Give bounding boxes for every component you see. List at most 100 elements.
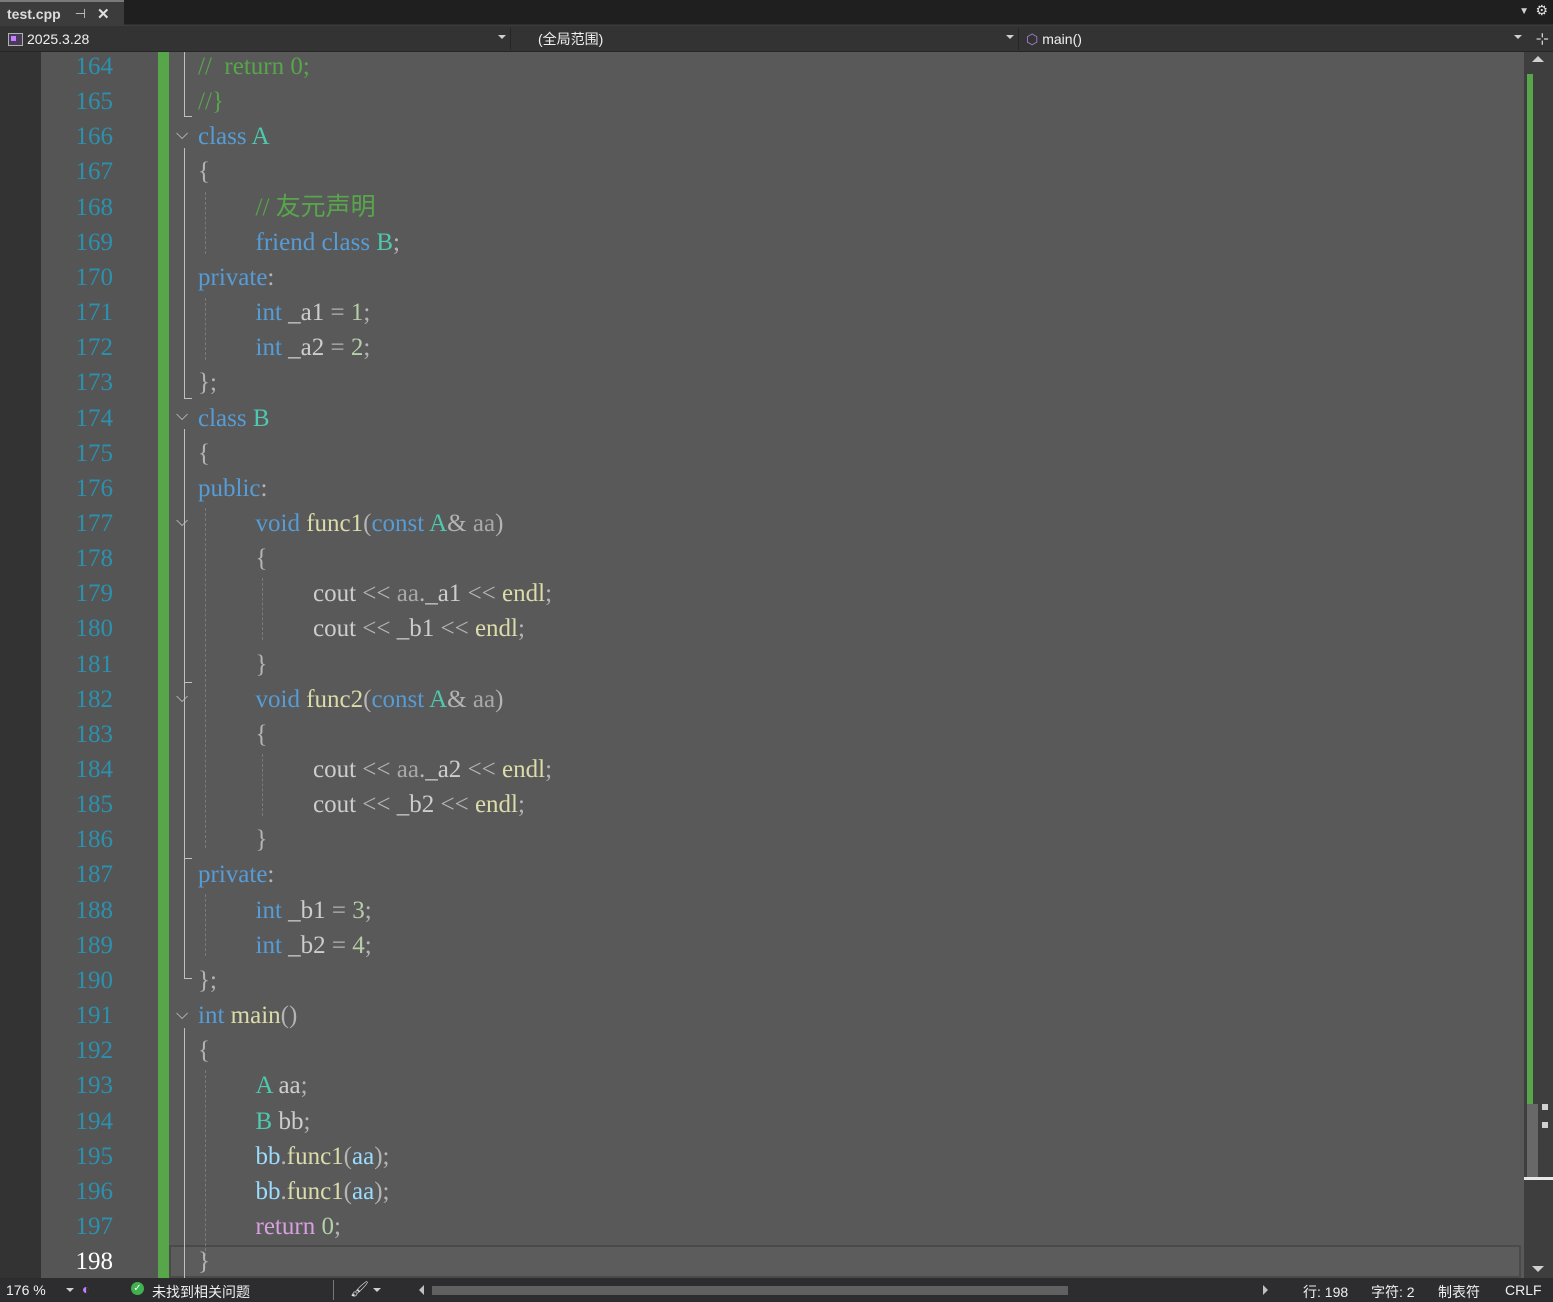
pin-icon[interactable]: ⊣: [75, 6, 86, 22]
horizontal-scrollbar-thumb[interactable]: [432, 1286, 1068, 1295]
code-token: ;: [363, 299, 371, 327]
code-line[interactable]: }: [256, 822, 268, 857]
code-token: =: [331, 896, 347, 924]
code-line[interactable]: };: [198, 365, 217, 400]
code-line[interactable]: int _a2 = 2;: [256, 330, 371, 365]
code-token: ;: [518, 615, 525, 643]
code-token: func1: [306, 509, 364, 537]
code-line[interactable]: int _a1 = 1;: [256, 295, 371, 330]
code-line[interactable]: cout << aa._a2 << endl;: [313, 752, 552, 787]
code-token: B: [252, 404, 270, 432]
code-line[interactable]: bb.func1(aa);: [256, 1174, 390, 1209]
code-token: &: [447, 509, 467, 537]
code-token: bb: [255, 1177, 281, 1205]
code-token: }: [255, 826, 268, 854]
member-dropdown[interactable]: ⬡ main(): [1020, 28, 1526, 50]
brush-icon[interactable]: 🖌: [350, 1280, 369, 1298]
code-token: (: [343, 1177, 352, 1205]
code-line[interactable]: private:: [198, 857, 274, 892]
code-token: };: [198, 966, 217, 994]
code-line[interactable]: {: [198, 1033, 210, 1068]
indent-mode[interactable]: 制表符: [1438, 1282, 1480, 1302]
code-line[interactable]: cout << _b1 << endl;: [313, 611, 525, 646]
tab-dropdown-icon[interactable]: ▼: [1519, 6, 1529, 17]
line-indicator[interactable]: 行: 198: [1303, 1282, 1348, 1302]
fold-toggle-icon[interactable]: ⌵: [176, 514, 190, 530]
chevron-down-icon[interactable]: [66, 1288, 74, 1292]
code-line[interactable]: A aa;: [256, 1068, 308, 1103]
scrollbar-thumb[interactable]: [1527, 1104, 1538, 1180]
scroll-right-icon[interactable]: [1263, 1285, 1268, 1295]
code-line[interactable]: {: [256, 717, 268, 752]
code-token: _b1: [396, 615, 435, 643]
code-line[interactable]: class B: [198, 401, 270, 436]
line-number: 184: [75, 756, 114, 783]
code-token: aa: [396, 756, 419, 783]
line-number: 167: [75, 158, 114, 186]
code-line[interactable]: void func1(const A& aa): [256, 506, 504, 541]
code-token: main: [230, 1002, 281, 1030]
line-number: 177: [75, 509, 114, 537]
code-line[interactable]: bb.func1(aa);: [256, 1139, 390, 1174]
code-token: class: [198, 123, 247, 151]
code-line[interactable]: // return 0;: [198, 49, 310, 84]
scrollbar-marker: [1542, 1104, 1548, 1128]
code-line[interactable]: //}: [198, 84, 224, 119]
vertical-scrollbar[interactable]: [1524, 52, 1553, 1278]
line-number: 179: [75, 580, 114, 608]
code-line[interactable]: cout << aa._a1 << endl;: [313, 576, 552, 611]
code-line[interactable]: {: [198, 154, 210, 189]
issues-status[interactable]: 未找到相关问题: [152, 1282, 250, 1302]
code-line[interactable]: {: [198, 436, 210, 471]
code-token: ;: [545, 756, 553, 783]
status-bar: 176 % ◐ ✓ 未找到相关问题 🖌 行: 198 字符: 2 制表符 CRL…: [0, 1278, 1553, 1302]
code-line[interactable]: }: [256, 647, 268, 682]
code-line[interactable]: class A: [198, 119, 270, 154]
split-view-icon[interactable]: ⊹: [1536, 29, 1549, 49]
code-token: ): [495, 685, 504, 713]
copilot-icon[interactable]: ◐: [82, 1281, 90, 1297]
code-line[interactable]: {: [256, 541, 268, 576]
code-token: _a1: [425, 580, 462, 608]
scroll-left-icon[interactable]: [419, 1285, 424, 1295]
code-line[interactable]: return 0;: [256, 1209, 341, 1244]
code-token: int: [255, 931, 282, 959]
fold-toggle-icon[interactable]: ⌵: [176, 127, 190, 143]
code-line[interactable]: };: [198, 963, 217, 998]
settings-gear-icon[interactable]: ⚙: [1535, 2, 1548, 19]
code-line[interactable]: private:: [198, 260, 274, 295]
close-icon[interactable]: ✕: [97, 5, 110, 23]
code-line[interactable]: friend class B;: [256, 225, 400, 260]
scope-dropdown[interactable]: (全局范围): [512, 28, 1019, 50]
code-line[interactable]: B bb;: [256, 1104, 311, 1139]
code-line[interactable]: cout << _b2 << endl;: [313, 787, 525, 822]
code-line[interactable]: public:: [198, 471, 267, 506]
line-ending[interactable]: CRLF: [1505, 1282, 1542, 1298]
chevron-down-icon[interactable]: [373, 1288, 381, 1292]
tab-test-cpp[interactable]: test.cpp ⊣ ✕: [0, 0, 124, 25]
code-token: endl: [502, 580, 546, 608]
code-line[interactable]: int main(): [198, 998, 297, 1033]
code-line[interactable]: // 友元声明: [256, 190, 376, 225]
project-dropdown[interactable]: 2025.3.28: [2, 28, 511, 50]
code-line[interactable]: int _b2 = 4;: [256, 928, 372, 963]
fold-toggle-icon[interactable]: ⌵: [176, 408, 190, 424]
line-number: 176: [75, 474, 114, 502]
fold-toggle-icon[interactable]: ⌵: [176, 1007, 190, 1023]
code-line[interactable]: }: [198, 1244, 210, 1279]
code-token: 1: [350, 299, 364, 327]
code-token: =: [331, 931, 347, 959]
fold-toggle-icon[interactable]: ⌵: [176, 690, 190, 706]
line-number: 169: [75, 228, 114, 256]
scroll-up-icon[interactable]: [1532, 56, 1544, 62]
scroll-down-icon[interactable]: [1532, 1266, 1544, 1272]
code-token: _a2: [425, 756, 462, 783]
code-token: private: [198, 861, 268, 889]
code-editor[interactable]: 164 165 166 167 168 169 170 171 172 173 174 175 176 1…: [0, 52, 1553, 1278]
zoom-level[interactable]: 176 %: [6, 1282, 46, 1298]
code-line[interactable]: void func2(const A& aa): [256, 682, 504, 717]
char-indicator[interactable]: 字符: 2: [1371, 1282, 1415, 1302]
tab-title[interactable]: test.cpp: [7, 6, 61, 22]
line-number: 175: [75, 439, 114, 467]
code-line[interactable]: int _b1 = 3;: [256, 893, 372, 928]
